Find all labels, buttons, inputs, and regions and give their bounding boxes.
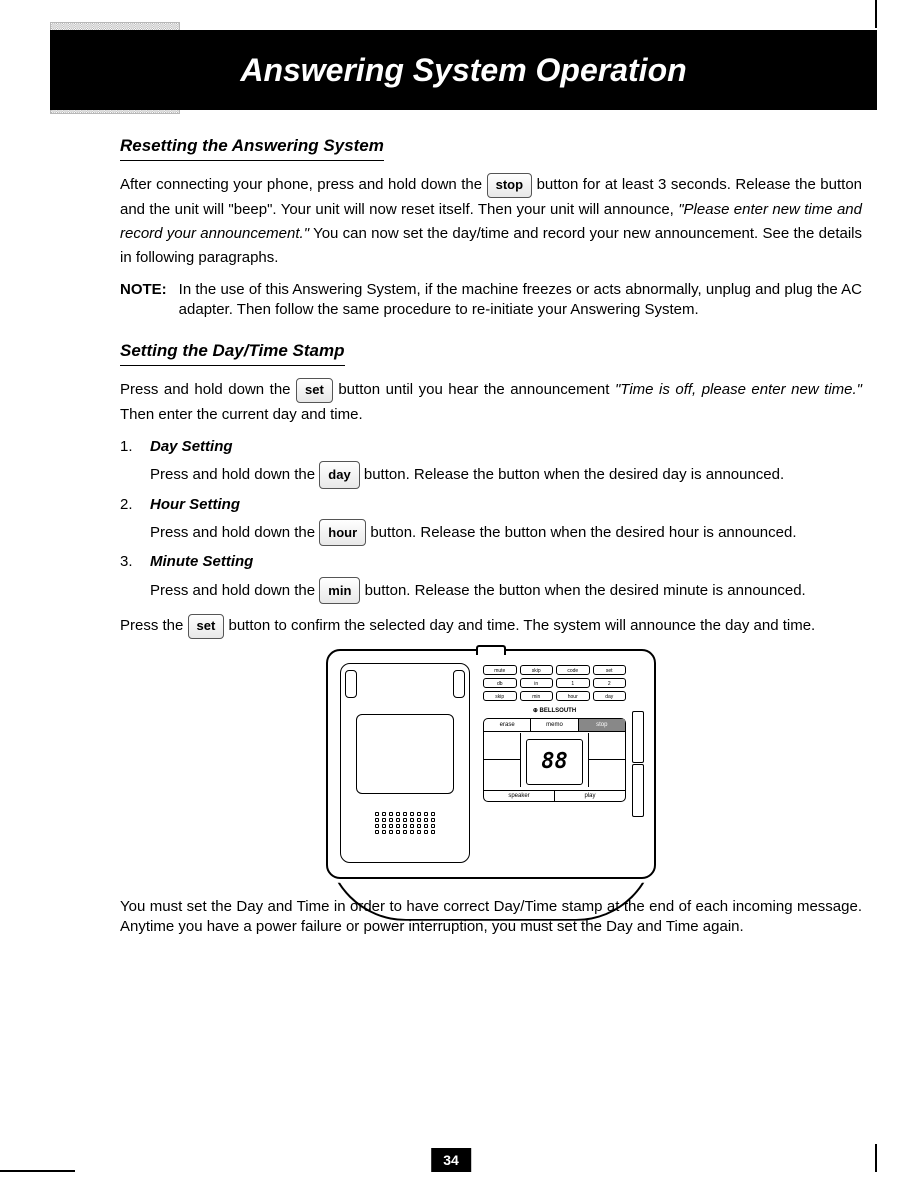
content: Resetting the Answering System After con… [120, 135, 862, 947]
text: Press the [120, 617, 188, 634]
keypad-button: 2 [593, 678, 627, 688]
set-button-label: set [296, 378, 333, 403]
keypad-button: min [520, 691, 554, 701]
text: Then enter the current day and time. [120, 406, 363, 423]
left-controls [484, 733, 521, 787]
side-slots [632, 711, 644, 821]
section-heading: Setting the Day/Time Stamp [120, 340, 345, 366]
crop-mark [0, 1170, 75, 1172]
keypad: mute skip code set db in 1 2 [483, 665, 626, 802]
handset-cradle [340, 663, 470, 863]
set-button-label: set [188, 614, 225, 639]
text: button until you hear the announcement [338, 381, 615, 398]
intro-paragraph: Press and hold down the set button until… [120, 378, 862, 427]
min-button-label: min [319, 577, 360, 604]
device-tab [476, 645, 506, 655]
step-body: Day Setting Press and hold down the day … [150, 437, 862, 489]
confirm-paragraph: Press the set button to confirm the sele… [120, 614, 862, 639]
note: NOTE: In the use of this Answering Syste… [120, 280, 862, 321]
stop-button: stop [579, 719, 625, 732]
text: button. Release the button when the desi… [370, 524, 796, 541]
step-number: 1. [120, 437, 136, 489]
step-1: 1. Day Setting Press and hold down the d… [120, 437, 862, 489]
text: Press and hold down the [150, 524, 319, 541]
lcd-display: 88 [526, 739, 582, 785]
step-title: Hour Setting [150, 495, 862, 515]
right-controls [588, 733, 625, 787]
step-number: 3. [120, 552, 136, 604]
keypad-button: set [593, 665, 627, 675]
page-title: Answering System Operation [240, 52, 686, 89]
keypad-button: day [593, 691, 627, 701]
text: Press and hold down the [150, 582, 319, 599]
keypad-button: db [483, 678, 517, 688]
text: button. Release the button when the desi… [365, 582, 806, 599]
speaker-grille [356, 812, 454, 852]
step-title: Day Setting [150, 437, 862, 457]
reset-paragraph: After connecting your phone, press and h… [120, 173, 862, 270]
step-text: Press and hold down the min button. Rele… [150, 582, 806, 599]
text: Press and hold down the [120, 381, 296, 398]
keypad-button: code [556, 665, 590, 675]
step-number: 2. [120, 495, 136, 547]
section-resetting: Resetting the Answering System After con… [120, 135, 862, 320]
day-button-label: day [319, 461, 359, 488]
announcement-quote: "Time is off, please enter new time." [615, 381, 862, 398]
section-heading: Resetting the Answering System [120, 135, 384, 161]
step-body: Minute Setting Press and hold down the m… [150, 552, 862, 604]
keypad-button: skip [520, 665, 554, 675]
brand-text: BELLSOUTH [540, 708, 577, 714]
step-body: Hour Setting Press and hold down the hou… [150, 495, 862, 547]
memo-button: memo [531, 719, 578, 732]
header-bar: Answering System Operation [50, 30, 877, 110]
text: button. Release the button when the desi… [364, 466, 784, 483]
page-number: 34 [431, 1148, 471, 1172]
play-button: play [555, 791, 625, 801]
keypad-button: in [520, 678, 554, 688]
note-text: In the use of this Answering System, if … [179, 280, 862, 321]
control-panel: erase memo stop 88 speaker play [483, 718, 626, 802]
step-text: Press and hold down the hour button. Rel… [150, 524, 796, 541]
brand-label: ⊕ BELLSOUTH [483, 707, 626, 715]
keypad-button: mute [483, 665, 517, 675]
step-3: 3. Minute Setting Press and hold down th… [120, 552, 862, 604]
crop-mark [875, 0, 877, 28]
text: Press and hold down the [150, 466, 319, 483]
speaker-button: speaker [484, 791, 555, 801]
page: Answering System Operation Resetting the… [0, 0, 902, 1200]
erase-button: erase [484, 719, 531, 732]
answering-machine-illustration: mute skip code set db in 1 2 [326, 649, 656, 879]
hour-button-label: hour [319, 519, 366, 546]
crop-mark [875, 1144, 877, 1172]
step-text: Press and hold down the day button. Rele… [150, 466, 784, 483]
step-2: 2. Hour Setting Press and hold down the … [120, 495, 862, 547]
text: button to confirm the selected day and t… [229, 617, 816, 634]
stop-button-label: stop [487, 173, 532, 198]
step-title: Minute Setting [150, 552, 862, 572]
note-label: NOTE: [120, 280, 167, 321]
keypad-button: 1 [556, 678, 590, 688]
section-daytime: Setting the Day/Time Stamp Press and hol… [120, 340, 862, 937]
keypad-button: skip [483, 691, 517, 701]
keypad-button: hour [556, 691, 590, 701]
cradle-area [356, 714, 454, 794]
device-figure: mute skip code set db in 1 2 [120, 649, 862, 879]
text: After connecting your phone, press and h… [120, 176, 487, 193]
